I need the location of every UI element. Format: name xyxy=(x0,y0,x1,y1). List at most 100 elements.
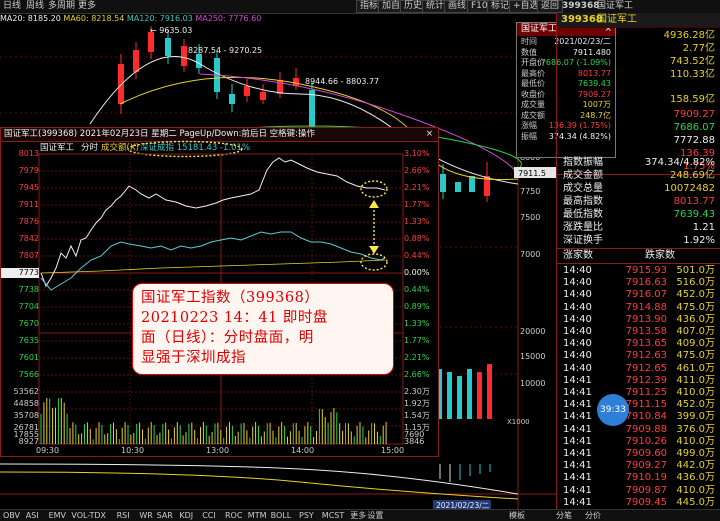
template-button[interactable]: 模板 xyxy=(509,510,525,521)
right-axis-label: 1.77% xyxy=(404,200,430,209)
stat-label: 成交总量 xyxy=(563,183,603,194)
left-axis-label: 7945 xyxy=(18,183,39,192)
tick-time: 14:40 xyxy=(563,301,592,313)
left-axis-label: 7635 xyxy=(18,336,39,345)
tick-row: 14:41 7909.87 410.0万 xyxy=(557,484,720,497)
tick-time: 14:40 xyxy=(563,362,592,374)
tick-price: 7909.45 xyxy=(625,496,667,508)
header-code: 399368 xyxy=(562,1,600,11)
tick-volume: 461.0万 xyxy=(676,362,715,374)
right-axis-label: 0.44% xyxy=(404,285,430,294)
tick-price: 7916.07 xyxy=(625,289,667,301)
left-axis-label: 8013 xyxy=(18,149,39,158)
ticks-header: 涨家数 跌家数 xyxy=(557,249,720,262)
stat-row: 涨跌量比 1.21 xyxy=(557,221,720,234)
tick-volume: 499.0万 xyxy=(676,448,715,459)
tick-price: 7909.87 xyxy=(625,484,667,496)
tick-tab[interactable]: 分笔 xyxy=(556,510,572,521)
left-axis-label: 8927 xyxy=(18,437,39,446)
rp-top-value: 4936.28亿 xyxy=(663,30,715,41)
indicator-tab[interactable]: PSY xyxy=(299,510,314,521)
left-axis-label: 7601 xyxy=(18,353,39,362)
left-axis-label: 44858 xyxy=(13,399,39,408)
tick-time: 14:40 xyxy=(563,313,592,325)
indicator-tab[interactable]: ASI xyxy=(26,510,39,521)
tick-price: 7914.88 xyxy=(625,301,667,313)
indicator-tab[interactable]: SAR xyxy=(157,510,173,521)
tab-multi-period[interactable]: 多周期 xyxy=(48,0,75,13)
ma250-value: MA250: 7776.60 xyxy=(195,14,262,23)
tab-more[interactable]: 更多 xyxy=(78,0,96,13)
tick-time: 14:41 xyxy=(563,411,592,423)
tick-row: 14:41 7912.39 411.0万 xyxy=(557,374,720,387)
tab-daily[interactable]: 日线 xyxy=(3,0,21,13)
tick-price: 7912.65 xyxy=(625,362,667,374)
rp-top-value: 7772.88 xyxy=(673,135,715,146)
tick-time: 14:41 xyxy=(563,496,592,508)
tick-volume: 399.0万 xyxy=(676,411,715,423)
ma-legend: MA20: 8185.20 MA60: 8218.54 MA120: 7916.… xyxy=(0,13,261,24)
indicator-tab[interactable]: KDJ xyxy=(179,510,193,521)
volume-bars xyxy=(40,398,387,444)
right-axis-label: 0.44% xyxy=(404,251,430,260)
right-axis-label: 0.89% xyxy=(404,302,430,311)
indicator-tab[interactable]: MTM xyxy=(248,510,267,521)
right-axis-label: 1.77% xyxy=(404,336,430,345)
tab-weekly[interactable]: 周线 xyxy=(26,0,44,13)
left-axis-label: 7566 xyxy=(18,370,39,379)
tick-volume: 452.0万 xyxy=(676,289,715,301)
stat-label: 涨跌量比 xyxy=(563,222,603,233)
tick-price: 7910.26 xyxy=(625,435,667,447)
indicator-tab[interactable]: RSI xyxy=(117,510,130,521)
tick-row: 14:41 7911.25 410.0万 xyxy=(557,386,720,399)
range1-label: 8287.54 - 9270.25 xyxy=(188,46,262,55)
left-axis-label: 7911 xyxy=(18,200,39,209)
indicator-tab[interactable]: OBV xyxy=(3,510,20,521)
indicator-tab[interactable]: 设置 xyxy=(367,510,383,521)
x-axis-label: 15:00 xyxy=(381,446,405,455)
tick-volume: 376.0万 xyxy=(676,423,715,435)
back-button[interactable]: 返回 xyxy=(537,0,564,13)
right-panel: 399368 国证军工 4936.28亿 2.77亿 743.52亿 110.3… xyxy=(556,13,720,520)
range2-label: 8944.66 - 8803.77 xyxy=(305,77,379,86)
tick-time: 14:41 xyxy=(563,460,592,472)
tick-volume: 516.0万 xyxy=(676,277,715,289)
tick-price: 7915.93 xyxy=(625,265,667,276)
left-axis-label: 7979 xyxy=(18,166,39,175)
indicator-tab[interactable]: VOL-TDX xyxy=(71,510,106,521)
right-axis-label: 0.88% xyxy=(404,234,430,243)
tick-time: 14:40 xyxy=(563,350,592,362)
left-axis-label: 35708 xyxy=(13,411,39,420)
tick-price: 7912.63 xyxy=(625,350,667,362)
stat-label: 最低指数 xyxy=(563,209,603,220)
stat-row: 最高指数 8013.77 xyxy=(557,195,720,208)
tick-row: 14:41 7909.60 499.0万 xyxy=(557,447,720,460)
tick-time: 14:41 xyxy=(563,399,592,411)
left-axis-label: 7704 xyxy=(18,302,39,311)
stat-value: 7639.43 xyxy=(673,209,715,220)
x-axis-label: 09:30 xyxy=(36,446,60,455)
stat-label: 成交金额 xyxy=(563,170,603,181)
indicator-tab[interactable]: ROC xyxy=(225,510,242,521)
indicator-tab[interactable]: CCI xyxy=(202,510,216,521)
tick-volume: 409.0万 xyxy=(676,338,715,350)
note-line: 国证军工指数（399368） xyxy=(141,290,320,306)
tick-price: 7913.58 xyxy=(625,326,667,337)
tick-row: 14:40 7913.90 436.0万 xyxy=(557,313,720,326)
vol-axis-10000: 10000 xyxy=(520,379,545,388)
indicator-tab[interactable]: 更多 xyxy=(350,510,366,521)
tick-row: 14:41 7909.88 376.0万 xyxy=(557,423,720,436)
timer-badge[interactable]: 39:33 xyxy=(597,394,629,426)
tick-volume: 475.0万 xyxy=(676,301,715,313)
annotation-note: 国证军工指数（399368） 20210223 14：41 即时盘 面（日线）：… xyxy=(132,283,394,375)
right-axis-label: 2.66% xyxy=(404,370,430,379)
highlight-ellipse-top xyxy=(360,180,388,198)
indicator-tab[interactable]: EMV xyxy=(49,510,66,521)
indicator-tab[interactable]: BOLL xyxy=(271,510,292,521)
note-line: 20210223 14：41 即时盘 xyxy=(141,310,328,326)
price-tab[interactable]: 分价 xyxy=(585,510,601,521)
tick-row: 14:40 7912.65 461.0万 xyxy=(557,362,720,375)
tick-row: 14:40 7916.07 452.0万 xyxy=(557,288,720,301)
indicator-tab[interactable]: MCST xyxy=(322,510,344,521)
indicator-tab[interactable]: WR xyxy=(139,510,152,521)
